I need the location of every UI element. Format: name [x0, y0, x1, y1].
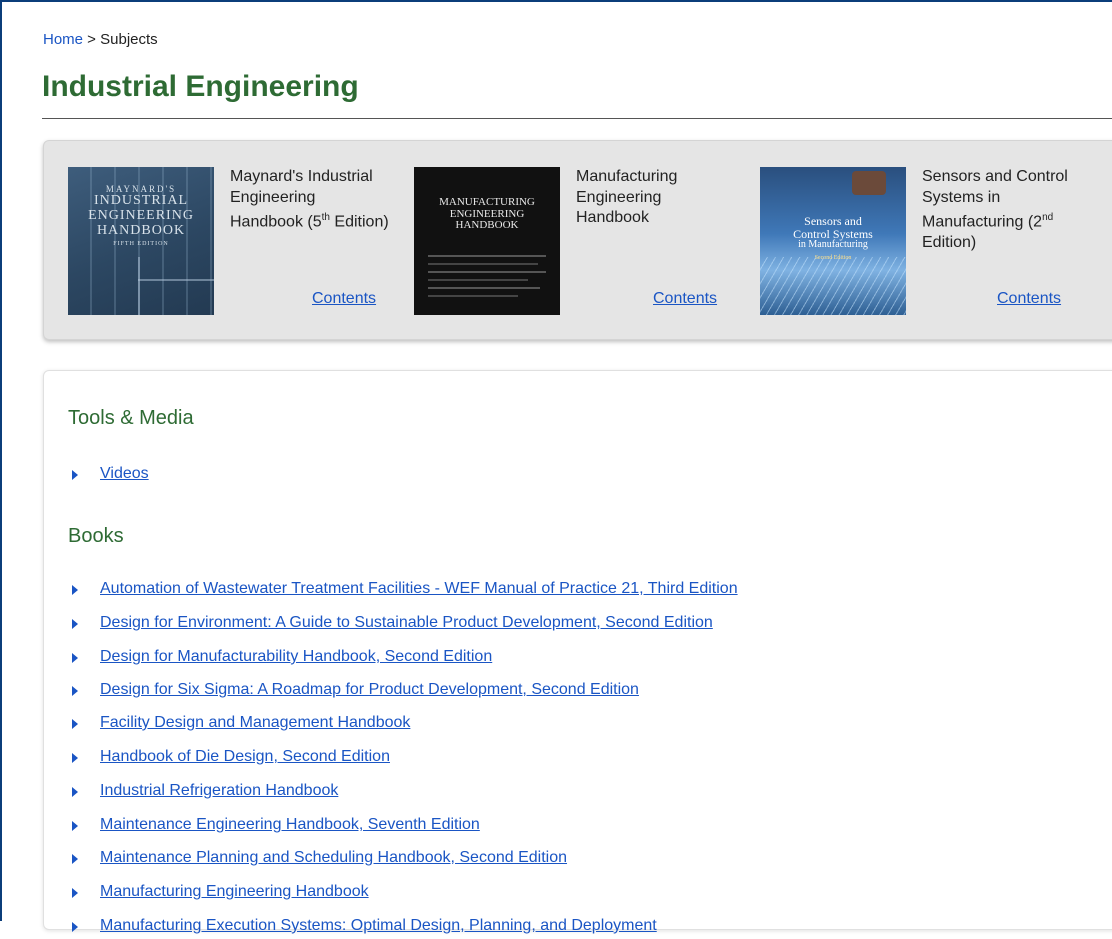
cover-line: Second Edition [814, 254, 852, 261]
title-superscript: th [321, 212, 330, 223]
featured-book-title: Maynard's Industrial Engineering Handboo… [230, 167, 390, 233]
page-title: Industrial Engineering [42, 70, 359, 103]
title-text: Edition) [922, 233, 977, 251]
book-link[interactable]: Industrial Refrigeration Handbook [100, 782, 338, 800]
featured-book-title: Sensors and Control Systems in Manufactu… [922, 167, 1082, 253]
bullet-triangle-icon [72, 619, 78, 629]
bullet-triangle-icon [72, 470, 78, 480]
cover-line: ENGINEERING [88, 208, 194, 224]
title-superscript: nd [1042, 212, 1054, 223]
featured-book-title: Manufacturing Engineering Handbook [576, 167, 736, 229]
book-link[interactable]: Design for Manufacturability Handbook, S… [100, 648, 492, 666]
book-link[interactable]: Design for Environment: A Guide to Susta… [100, 614, 713, 632]
book-cover-image[interactable]: MAYNARD'S INDUSTRIAL ENGINEERING HANDBOO… [68, 167, 214, 315]
book-link[interactable]: Automation of Wastewater Treatment Facil… [100, 580, 738, 598]
contents-link[interactable]: Contents [997, 290, 1061, 308]
bullet-triangle-icon [72, 787, 78, 797]
cover-line: HANDBOOK [455, 219, 519, 232]
breadcrumb: Home > Subjects [43, 31, 158, 48]
book-link[interactable]: Manufacturing Engineering Handbook [100, 883, 369, 901]
featured-book-maynards: MAYNARD'S INDUSTRIAL ENGINEERING HANDBOO… [68, 167, 393, 315]
featured-book-manufacturing-engineering: MANUFACTURING ENGINEERING HANDBOOK Manuf… [414, 167, 739, 315]
tools-media-heading: Tools & Media [68, 407, 194, 429]
breadcrumb-home-link[interactable]: Home [43, 31, 83, 48]
featured-books-panel: MAYNARD'S INDUSTRIAL ENGINEERING HANDBOO… [43, 140, 1112, 340]
book-link[interactable]: Manufacturing Execution Systems: Optimal… [100, 917, 657, 935]
contents-link[interactable]: Contents [312, 290, 376, 308]
books-heading: Books [68, 525, 124, 547]
window-frame-top [0, 0, 1112, 2]
book-cover-image[interactable]: MANUFACTURING ENGINEERING HANDBOOK [414, 167, 560, 315]
subject-content-card: Tools & Media Videos Books Automation of… [43, 370, 1112, 934]
cover-line: HANDBOOK [96, 222, 186, 238]
window-frame-left [0, 0, 2, 921]
cover-line: in Manufacturing [798, 239, 868, 251]
bullet-triangle-icon [72, 854, 78, 864]
book-link[interactable]: Handbook of Die Design, Second Edition [100, 748, 390, 766]
bullet-triangle-icon [72, 719, 78, 729]
breadcrumb-current: Subjects [100, 31, 158, 48]
bullet-triangle-icon [72, 888, 78, 898]
cover-line: INDUSTRIAL [94, 193, 188, 209]
videos-link[interactable]: Videos [100, 465, 149, 483]
bullet-triangle-icon [72, 821, 78, 831]
bullet-triangle-icon [72, 585, 78, 595]
book-link[interactable]: Maintenance Planning and Scheduling Hand… [100, 849, 567, 867]
title-text: Edition) [329, 213, 389, 231]
book-cover-image[interactable]: Sensors and Control Systems in Manufactu… [760, 167, 906, 315]
cover-line: FIFTH EDITION [113, 240, 169, 247]
bullet-triangle-icon [72, 922, 78, 932]
title-divider [42, 118, 1112, 119]
book-link[interactable]: Design for Six Sigma: A Roadmap for Prod… [100, 681, 639, 699]
book-link[interactable]: Facility Design and Management Handbook [100, 714, 410, 732]
breadcrumb-separator: > [83, 31, 101, 48]
contents-link[interactable]: Contents [653, 290, 717, 308]
bullet-triangle-icon [72, 653, 78, 663]
bullet-triangle-icon [72, 686, 78, 696]
cover-line: MANUFACTURING [439, 196, 535, 208]
book-link[interactable]: Maintenance Engineering Handbook, Sevent… [100, 816, 480, 834]
title-text: Manufacturing Engineering Handbook [576, 168, 678, 226]
cover-line: Sensors and [804, 214, 862, 228]
bullet-triangle-icon [72, 753, 78, 763]
featured-book-sensors-control: Sensors and Control Systems in Manufactu… [760, 167, 1085, 315]
